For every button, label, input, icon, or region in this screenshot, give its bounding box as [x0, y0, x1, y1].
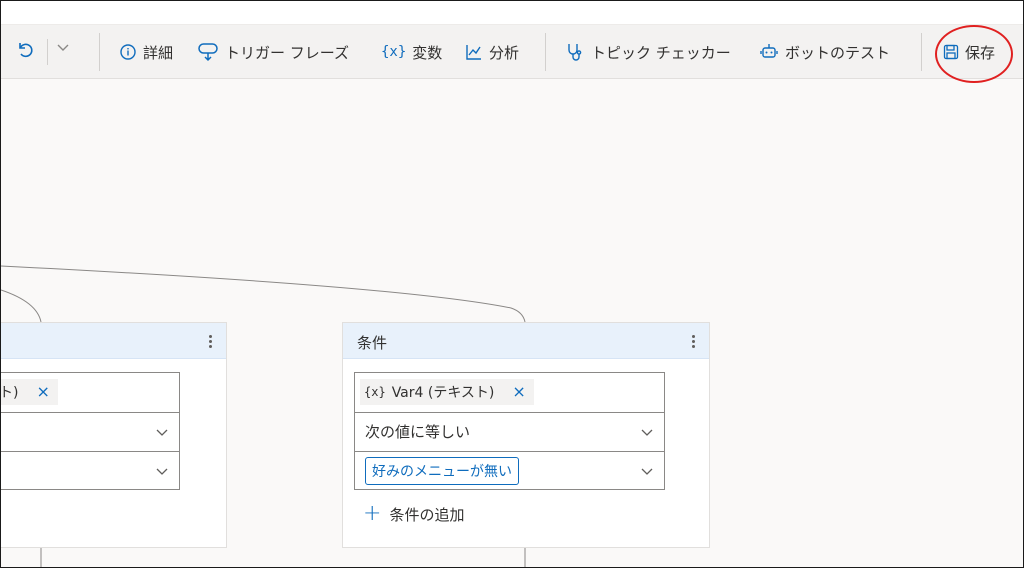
- value-dropdown[interactable]: 好みのメニューが無い: [355, 451, 664, 489]
- stethoscope-icon: [565, 42, 585, 62]
- app-frame: 詳細 トリガー フレーズ {x} 変数 分析 トピック チェッカー ボットのテス…: [0, 0, 1024, 568]
- toolbar-divider: [921, 33, 922, 71]
- variable-badge-icon: {x}: [364, 385, 386, 399]
- analytics-label: 分析: [489, 43, 520, 62]
- trigger-phrases-button[interactable]: トリガー フレーズ: [197, 25, 349, 79]
- condition-card-header: 条件: [343, 323, 709, 359]
- authoring-canvas[interactable]: ト) × 条件 {x} Var4 (テキスト) × 次の値に等しい 好みのメニュ…: [0, 80, 1023, 567]
- add-condition-label: 条件の追加: [389, 505, 465, 524]
- top-band: [1, 1, 1023, 25]
- toolbar-divider: [545, 33, 546, 71]
- chip-close-icon[interactable]: ×: [512, 384, 525, 400]
- operator-text: 次の値に等しい: [365, 423, 471, 441]
- chevron-down-icon: [156, 429, 168, 436]
- undo-group: [15, 25, 76, 79]
- toolbar: 詳細 トリガー フレーズ {x} 変数 分析 トピック チェッカー ボットのテス…: [1, 25, 1023, 79]
- variables-label: 変数: [412, 43, 443, 62]
- variables-button[interactable]: {x} 変数: [381, 25, 442, 79]
- condition-card[interactable]: 条件 {x} Var4 (テキスト) × 次の値に等しい 好みのメニューが無い: [342, 322, 710, 548]
- test-bot-button[interactable]: ボットのテスト: [759, 25, 890, 79]
- highlight-circle: [935, 25, 1013, 83]
- variable-chip-text: Var4 (テキスト): [391, 385, 495, 401]
- topic-checker-button[interactable]: トピック チェッカー: [565, 25, 731, 79]
- chevron-down-icon: [641, 429, 653, 436]
- topic-checker-label: トピック チェッカー: [591, 43, 731, 62]
- variable-row[interactable]: {x} Var4 (テキスト) ×: [355, 373, 664, 411]
- left-operator-dropdown[interactable]: [1, 412, 179, 450]
- details-button[interactable]: 詳細: [119, 25, 173, 79]
- trigger-phrases-label: トリガー フレーズ: [225, 43, 350, 62]
- bot-icon: [759, 42, 779, 62]
- value-chip[interactable]: 好みのメニューが無い: [365, 456, 519, 485]
- variable-chip: {x} Var4 (テキスト) ×: [360, 379, 534, 405]
- details-label: 詳細: [143, 43, 174, 62]
- plus-icon: +: [363, 501, 382, 526]
- add-condition-button[interactable]: + 条件の追加: [363, 503, 464, 525]
- analytics-icon: [465, 43, 483, 61]
- left-condition-card[interactable]: ト) ×: [0, 322, 227, 548]
- left-condition-box: ト) ×: [0, 372, 180, 490]
- operator-dropdown[interactable]: 次の値に等しい: [355, 412, 664, 450]
- condition-box: {x} Var4 (テキスト) × 次の値に等しい 好みのメニューが無い: [354, 372, 665, 490]
- undo-dropdown-chevron-icon[interactable]: [56, 40, 76, 64]
- chevron-down-icon: [641, 468, 653, 475]
- more-options-icon[interactable]: [204, 331, 216, 351]
- more-options-icon[interactable]: [687, 331, 699, 351]
- undo-icon[interactable]: [15, 40, 39, 64]
- left-value-dropdown[interactable]: [1, 451, 179, 489]
- variables-icon: {x}: [381, 44, 407, 60]
- test-bot-label: ボットのテスト: [785, 43, 891, 62]
- info-icon: [119, 43, 137, 61]
- condition-card-title: 条件: [357, 334, 388, 352]
- toolbar-divider: [99, 33, 100, 71]
- analytics-button[interactable]: 分析: [465, 25, 519, 79]
- left-card-header: [1, 323, 226, 359]
- left-variable-chip: ト) ×: [0, 379, 58, 405]
- left-chip-close-icon[interactable]: ×: [36, 384, 49, 400]
- chevron-down-icon: [156, 468, 168, 475]
- trigger-icon: [197, 41, 219, 63]
- left-variable-chip-text: ト): [0, 385, 19, 401]
- undo-divider: [47, 39, 48, 65]
- left-variable-row[interactable]: ト) ×: [0, 373, 179, 411]
